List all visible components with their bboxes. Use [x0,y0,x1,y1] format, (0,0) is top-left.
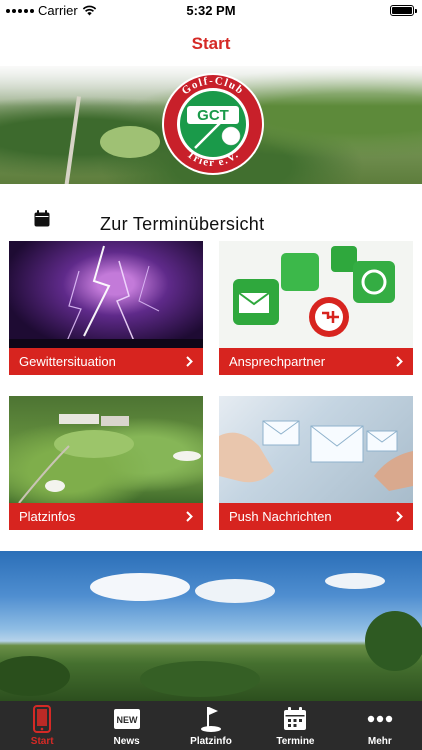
tab-start[interactable]: Start [0,701,84,750]
tile-thunderstorm[interactable]: Gewittersituation [9,241,203,375]
tab-label: Platzinfo [190,736,232,747]
tile-bar: Platzinfos [9,503,203,530]
navigation-bar: Start [0,22,422,66]
phone-icon [27,704,57,734]
new-badge-text: NEW [116,715,138,725]
chevron-right-icon [396,348,403,375]
tab-label: News [113,736,140,747]
chevron-right-icon [396,503,403,530]
tile-push-messages[interactable]: Push Nachrichten [219,396,413,530]
contacts-image [219,241,413,348]
tab-bar: Start NEW News Platzinfo Termine Mehr [0,701,422,750]
tile-bar: Push Nachrichten [219,503,413,530]
push-messages-image [219,396,413,503]
tile-label: Push Nachrichten [229,509,332,524]
hero-green [100,126,160,158]
status-bar: Carrier 5:32 PM [0,0,422,22]
new-badge-icon: NEW [112,704,142,734]
tile-bar: Gewittersituation [9,348,203,375]
battery-icon [390,5,417,16]
page-title: Start [191,34,231,53]
club-logo: GCT Golf-Club Trier e.V. [162,73,264,175]
more-dots-icon [365,704,395,734]
tile-bar: Ansprechpartner [219,348,413,375]
chevron-right-icon [186,503,193,530]
tile-label: Ansprechpartner [229,354,326,369]
thunderstorm-image [9,241,203,348]
tab-appointments[interactable]: Termine [253,701,337,750]
logo-monogram: GCT [197,107,229,124]
tab-label: Start [30,736,54,747]
chevron-right-icon [186,348,193,375]
calendar-icon [280,704,310,734]
landscape-photo [0,551,422,701]
tab-news[interactable]: NEW News [84,701,168,750]
tile-course-info[interactable]: Platzinfos [9,396,203,530]
tile-label: Platzinfos [19,509,76,524]
calendar-icon [34,210,50,227]
tab-course[interactable]: Platzinfo [169,701,253,750]
golf-flag-icon [196,704,226,734]
appointments-label: Zur Terminübersicht [100,214,265,234]
tab-label: Mehr [367,736,392,747]
hero-path [63,96,81,184]
tab-label: Termine [276,736,315,747]
clock: 5:32 PM [186,3,236,18]
tile-contacts[interactable]: Ansprechpartner [219,241,413,375]
tab-more[interactable]: Mehr [338,701,422,750]
course-image [9,396,203,503]
tile-label: Gewittersituation [19,354,116,369]
appointments-link[interactable]: Zur Terminübersicht [0,200,422,240]
